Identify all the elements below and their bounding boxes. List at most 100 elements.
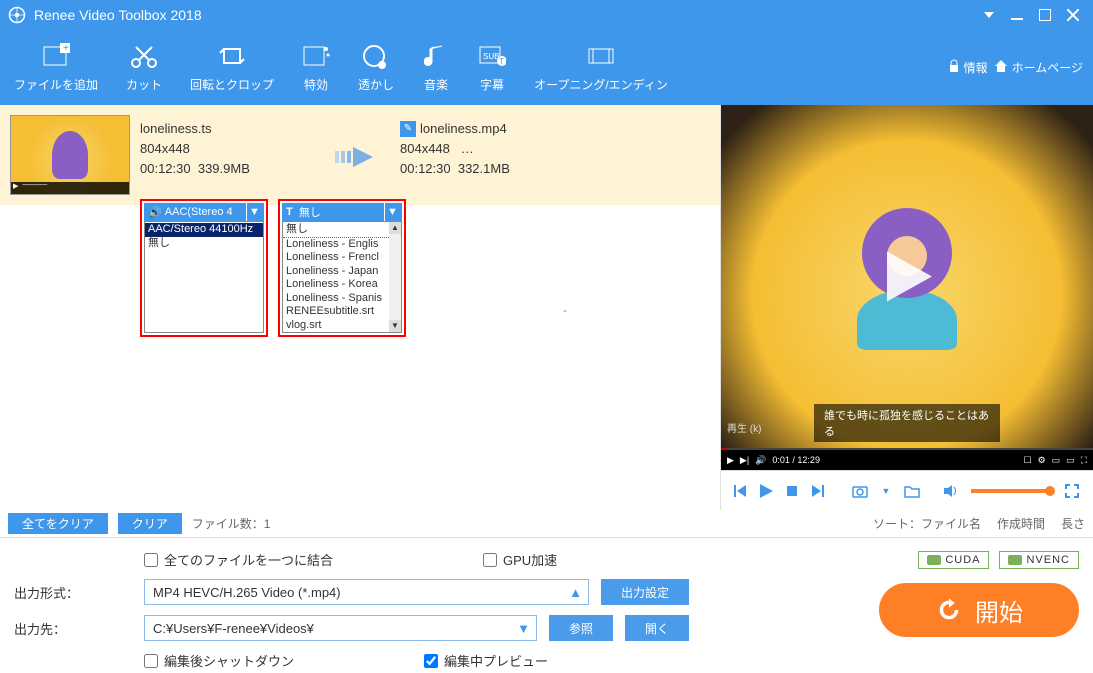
subtitle-option[interactable]: vlog.srt — [283, 319, 401, 333]
subtitle-option[interactable]: RENEEsubtitle.srt — [283, 305, 401, 319]
start-label: 開始 — [975, 593, 1023, 628]
file-count-label: ファイル数：1 — [192, 515, 271, 532]
dest-resolution: 804x448 — [400, 141, 450, 156]
arrow-icon — [330, 115, 390, 205]
triangle-up-icon: ▲ — [569, 585, 582, 600]
edit-preview-checkbox[interactable]: 編集中プレビュー — [424, 651, 548, 670]
yt-next-icon[interactable]: ▶| — [740, 455, 749, 466]
clear-button[interactable]: クリア — [118, 513, 182, 534]
prev-button[interactable] — [729, 480, 751, 502]
crop-icon — [218, 42, 246, 70]
text-icon: T — [286, 206, 293, 218]
svg-text:T: T — [499, 57, 504, 66]
preview-panel: 再生 (k) 誰でも時に孤独を感じることはある ▶ ▶| 🔊 0:01 / 12… — [721, 105, 1093, 510]
tool-add-file[interactable]: + ファイルを追加 — [0, 30, 112, 105]
tool-watermark[interactable]: 透かし — [344, 30, 408, 105]
camera-dropdown-icon[interactable]: ▼ — [875, 480, 897, 502]
sort-created[interactable]: 作成時間 — [997, 515, 1045, 532]
subtitle-option[interactable]: Loneliness - Englis — [283, 238, 401, 252]
watermark-icon — [362, 42, 390, 70]
chevron-down-icon[interactable]: ▼ — [384, 203, 400, 221]
subtitle-option[interactable]: 無し — [283, 223, 401, 238]
play-button[interactable] — [755, 480, 777, 502]
maximize-button[interactable] — [1033, 3, 1057, 27]
yt-fullscreen-icon[interactable]: ⛶ — [1081, 455, 1087, 466]
subtitle-option[interactable]: Loneliness - Korea — [283, 278, 401, 292]
shutdown-checkbox[interactable]: 編集後シャットダウン — [144, 651, 294, 670]
tool-music[interactable]: 音楽 — [408, 30, 464, 105]
scrollbar[interactable]: ▲ ▼ — [389, 222, 401, 332]
info-link[interactable]: 情報 — [948, 59, 988, 76]
output-settings-button[interactable]: 出力設定 — [601, 579, 689, 605]
audio-dropdown-list[interactable]: AAC/Stereo 44100Hz 無し — [144, 221, 264, 333]
blank-row: - — [430, 303, 700, 317]
tool-rotate-crop[interactable]: 回転とクロップ — [176, 30, 288, 105]
edit-icon[interactable]: ✎ — [400, 121, 416, 137]
video-progress-bar[interactable]: ▶ ▶| 🔊 0:01 / 12:29 ☐ ⚙ ▭ ▭ ⛶ — [721, 450, 1093, 470]
tool-label: カット — [126, 76, 162, 93]
output-format-select[interactable]: MP4 HEVC/H.265 Video (*.mp4)▲ — [144, 579, 589, 605]
source-filename: loneliness.ts — [140, 119, 320, 139]
preview-subtitle-text: 誰でも時に孤独を感じることはある — [814, 404, 1000, 442]
tool-subtitle[interactable]: SUBT 字幕 — [464, 30, 520, 105]
dest-duration: 00:12:30 — [400, 161, 451, 176]
app-title: Renee Video Toolbox 2018 — [34, 7, 973, 23]
volume-slider[interactable] — [971, 489, 1051, 493]
gpu-checkbox[interactable]: GPU加速 — [483, 550, 557, 569]
subtitle-option[interactable]: Loneliness - Japan — [283, 265, 401, 279]
close-button[interactable] — [1061, 3, 1085, 27]
homepage-label: ホームページ — [1012, 59, 1083, 76]
volume-icon[interactable] — [939, 480, 961, 502]
subtitle-dropdown-header[interactable]: T 無し ▼ — [282, 203, 402, 221]
audio-dropdown-header[interactable]: 🔊 AAC(Stereo 4 ▼ — [144, 203, 264, 221]
tool-effects[interactable]: 特効 — [288, 30, 344, 105]
merge-checkbox[interactable]: 全てのファイルを一つに結合 — [144, 550, 333, 569]
chevron-down-icon[interactable]: ▼ — [246, 203, 262, 221]
tool-label: 回転とクロップ — [190, 76, 274, 93]
play-overlay-icon[interactable] — [877, 246, 937, 309]
file-row[interactable]: ▶───── loneliness.ts 804x448 00:12:30 33… — [0, 105, 720, 205]
app-logo-icon — [8, 6, 26, 24]
minimize-button[interactable] — [1005, 3, 1029, 27]
open-button[interactable]: 開く — [625, 615, 689, 641]
tool-opening-ending[interactable]: オープニング/エンディン — [520, 30, 682, 105]
audio-option[interactable]: AAC/Stereo 44100Hz — [145, 223, 263, 237]
stop-button[interactable] — [781, 480, 803, 502]
yt-pip-icon[interactable]: ▭ — [1052, 455, 1061, 466]
subtitle-option[interactable]: Loneliness - Spanis — [283, 292, 401, 306]
video-thumbnail[interactable]: ▶───── — [10, 115, 130, 195]
yt-volume-icon[interactable]: 🔊 — [755, 455, 766, 466]
sort-length[interactable]: 長さ — [1061, 515, 1085, 532]
camera-button[interactable] — [849, 480, 871, 502]
main-toolbar: + ファイルを追加 カット 回転とクロップ 特効 透かし 音楽 SUBT 字幕 … — [0, 30, 1093, 105]
info-label: 情報 — [964, 59, 988, 76]
homepage-link[interactable]: ホームページ — [994, 59, 1083, 76]
folder-button[interactable] — [901, 480, 923, 502]
dropdown-icon[interactable] — [977, 3, 1001, 27]
subtitle-option[interactable]: Loneliness - Frencl — [283, 251, 401, 265]
triangle-down-icon: ▼ — [517, 621, 530, 636]
yt-settings-icon[interactable]: ⚙ — [1038, 455, 1046, 466]
scroll-up-icon[interactable]: ▲ — [389, 222, 401, 234]
audio-dropdown-box: 🔊 AAC(Stereo 4 ▼ AAC/Stereo 44100Hz 無し — [140, 199, 268, 337]
home-icon — [994, 59, 1008, 76]
output-dest-input[interactable]: C:¥Users¥F-renee¥Videos¥▼ — [144, 615, 537, 641]
sort-filename[interactable]: ファイル名 — [921, 517, 981, 531]
audio-option[interactable]: 無し — [145, 237, 263, 251]
browse-button[interactable]: 参照 — [549, 615, 613, 641]
footer-bar: 全てをクリア クリア ファイル数：1 ソート：ファイル名 作成時間 長さ — [0, 510, 1093, 538]
fullscreen-button[interactable] — [1061, 480, 1083, 502]
subtitle-dropdown-list[interactable]: 無し Loneliness - Englis Loneliness - Fren… — [282, 221, 402, 333]
scroll-down-icon[interactable]: ▼ — [389, 320, 401, 332]
preview-video[interactable] — [721, 105, 1093, 450]
yt-cc-icon[interactable]: ☐ — [1024, 455, 1032, 466]
edit-preview-label: 編集中プレビュー — [444, 651, 548, 670]
start-button[interactable]: 開始 — [879, 583, 1079, 637]
yt-play-icon[interactable]: ▶ — [727, 455, 734, 466]
cuda-badge: CUDA — [918, 551, 989, 569]
tool-cut[interactable]: カット — [112, 30, 176, 105]
clear-all-button[interactable]: 全てをクリア — [8, 513, 108, 534]
next-button[interactable] — [807, 480, 829, 502]
yt-theater-icon[interactable]: ▭ — [1066, 455, 1075, 466]
shutdown-label: 編集後シャットダウン — [164, 651, 294, 670]
